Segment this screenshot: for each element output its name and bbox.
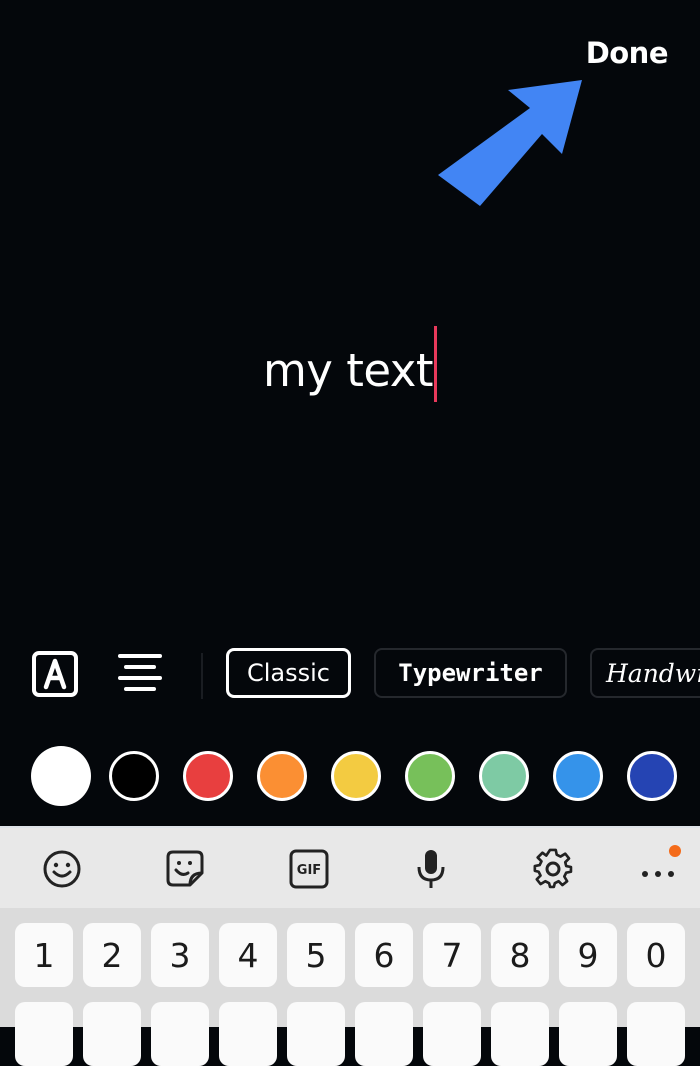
text-style-toolbar: Classic Typewriter Handwriting <box>0 645 700 705</box>
color-swatch-dark-blue[interactable] <box>627 751 677 801</box>
color-swatch-yellow[interactable] <box>331 751 381 801</box>
key-letter[interactable] <box>15 1002 73 1066</box>
settings-icon[interactable] <box>532 848 574 890</box>
gif-icon[interactable]: GIF <box>288 848 330 890</box>
text-style-icon[interactable] <box>31 650 79 698</box>
color-swatch-red[interactable] <box>183 751 233 801</box>
text-caret <box>434 326 438 402</box>
keyboard-toolbar: GIF <box>0 826 700 908</box>
emoji-icon[interactable] <box>41 848 83 890</box>
color-swatch-blue[interactable] <box>553 751 603 801</box>
color-swatch-black[interactable] <box>109 751 159 801</box>
key-4[interactable]: 4 <box>219 923 277 987</box>
microphone-icon[interactable] <box>410 848 452 890</box>
color-swatch-white[interactable] <box>31 746 91 806</box>
key-1[interactable]: 1 <box>15 923 73 987</box>
sticker-icon[interactable] <box>164 848 206 890</box>
color-swatch-mint[interactable] <box>479 751 529 801</box>
key-0[interactable]: 0 <box>627 923 685 987</box>
key-6[interactable]: 6 <box>355 923 413 987</box>
done-button[interactable]: Done <box>586 36 669 70</box>
key-9[interactable]: 9 <box>559 923 617 987</box>
text-input-area[interactable]: my text <box>0 326 700 410</box>
color-swatch-orange[interactable] <box>257 751 307 801</box>
align-center-icon[interactable] <box>116 650 164 698</box>
typed-text[interactable]: my text <box>263 344 434 397</box>
notification-dot <box>669 845 681 857</box>
arrow-pointer-icon <box>438 80 582 206</box>
key-letter[interactable] <box>559 1002 617 1066</box>
key-letter[interactable] <box>219 1002 277 1066</box>
key-letter[interactable] <box>355 1002 413 1066</box>
key-5[interactable]: 5 <box>287 923 345 987</box>
color-palette <box>0 745 700 807</box>
key-letter[interactable] <box>491 1002 549 1066</box>
key-letter[interactable] <box>423 1002 481 1066</box>
key-7[interactable]: 7 <box>423 923 481 987</box>
text-editor-canvas: Done my text Classic Typewriter Handwrit… <box>0 0 700 826</box>
keyboard: 1234567890 <box>0 908 700 1066</box>
key-2[interactable]: 2 <box>83 923 141 987</box>
font-style-classic[interactable]: Classic <box>226 648 351 698</box>
key-letter[interactable] <box>151 1002 209 1066</box>
key-letter[interactable] <box>83 1002 141 1066</box>
key-8[interactable]: 8 <box>491 923 549 987</box>
font-style-typewriter[interactable]: Typewriter <box>374 648 567 698</box>
key-letter[interactable] <box>287 1002 345 1066</box>
svg-text:GIF: GIF <box>297 863 321 878</box>
color-swatch-green[interactable] <box>405 751 455 801</box>
key-3[interactable]: 3 <box>151 923 209 987</box>
font-style-handwriting[interactable]: Handwriting <box>590 648 700 698</box>
toolbar-divider <box>201 653 203 699</box>
key-letter[interactable] <box>627 1002 685 1066</box>
